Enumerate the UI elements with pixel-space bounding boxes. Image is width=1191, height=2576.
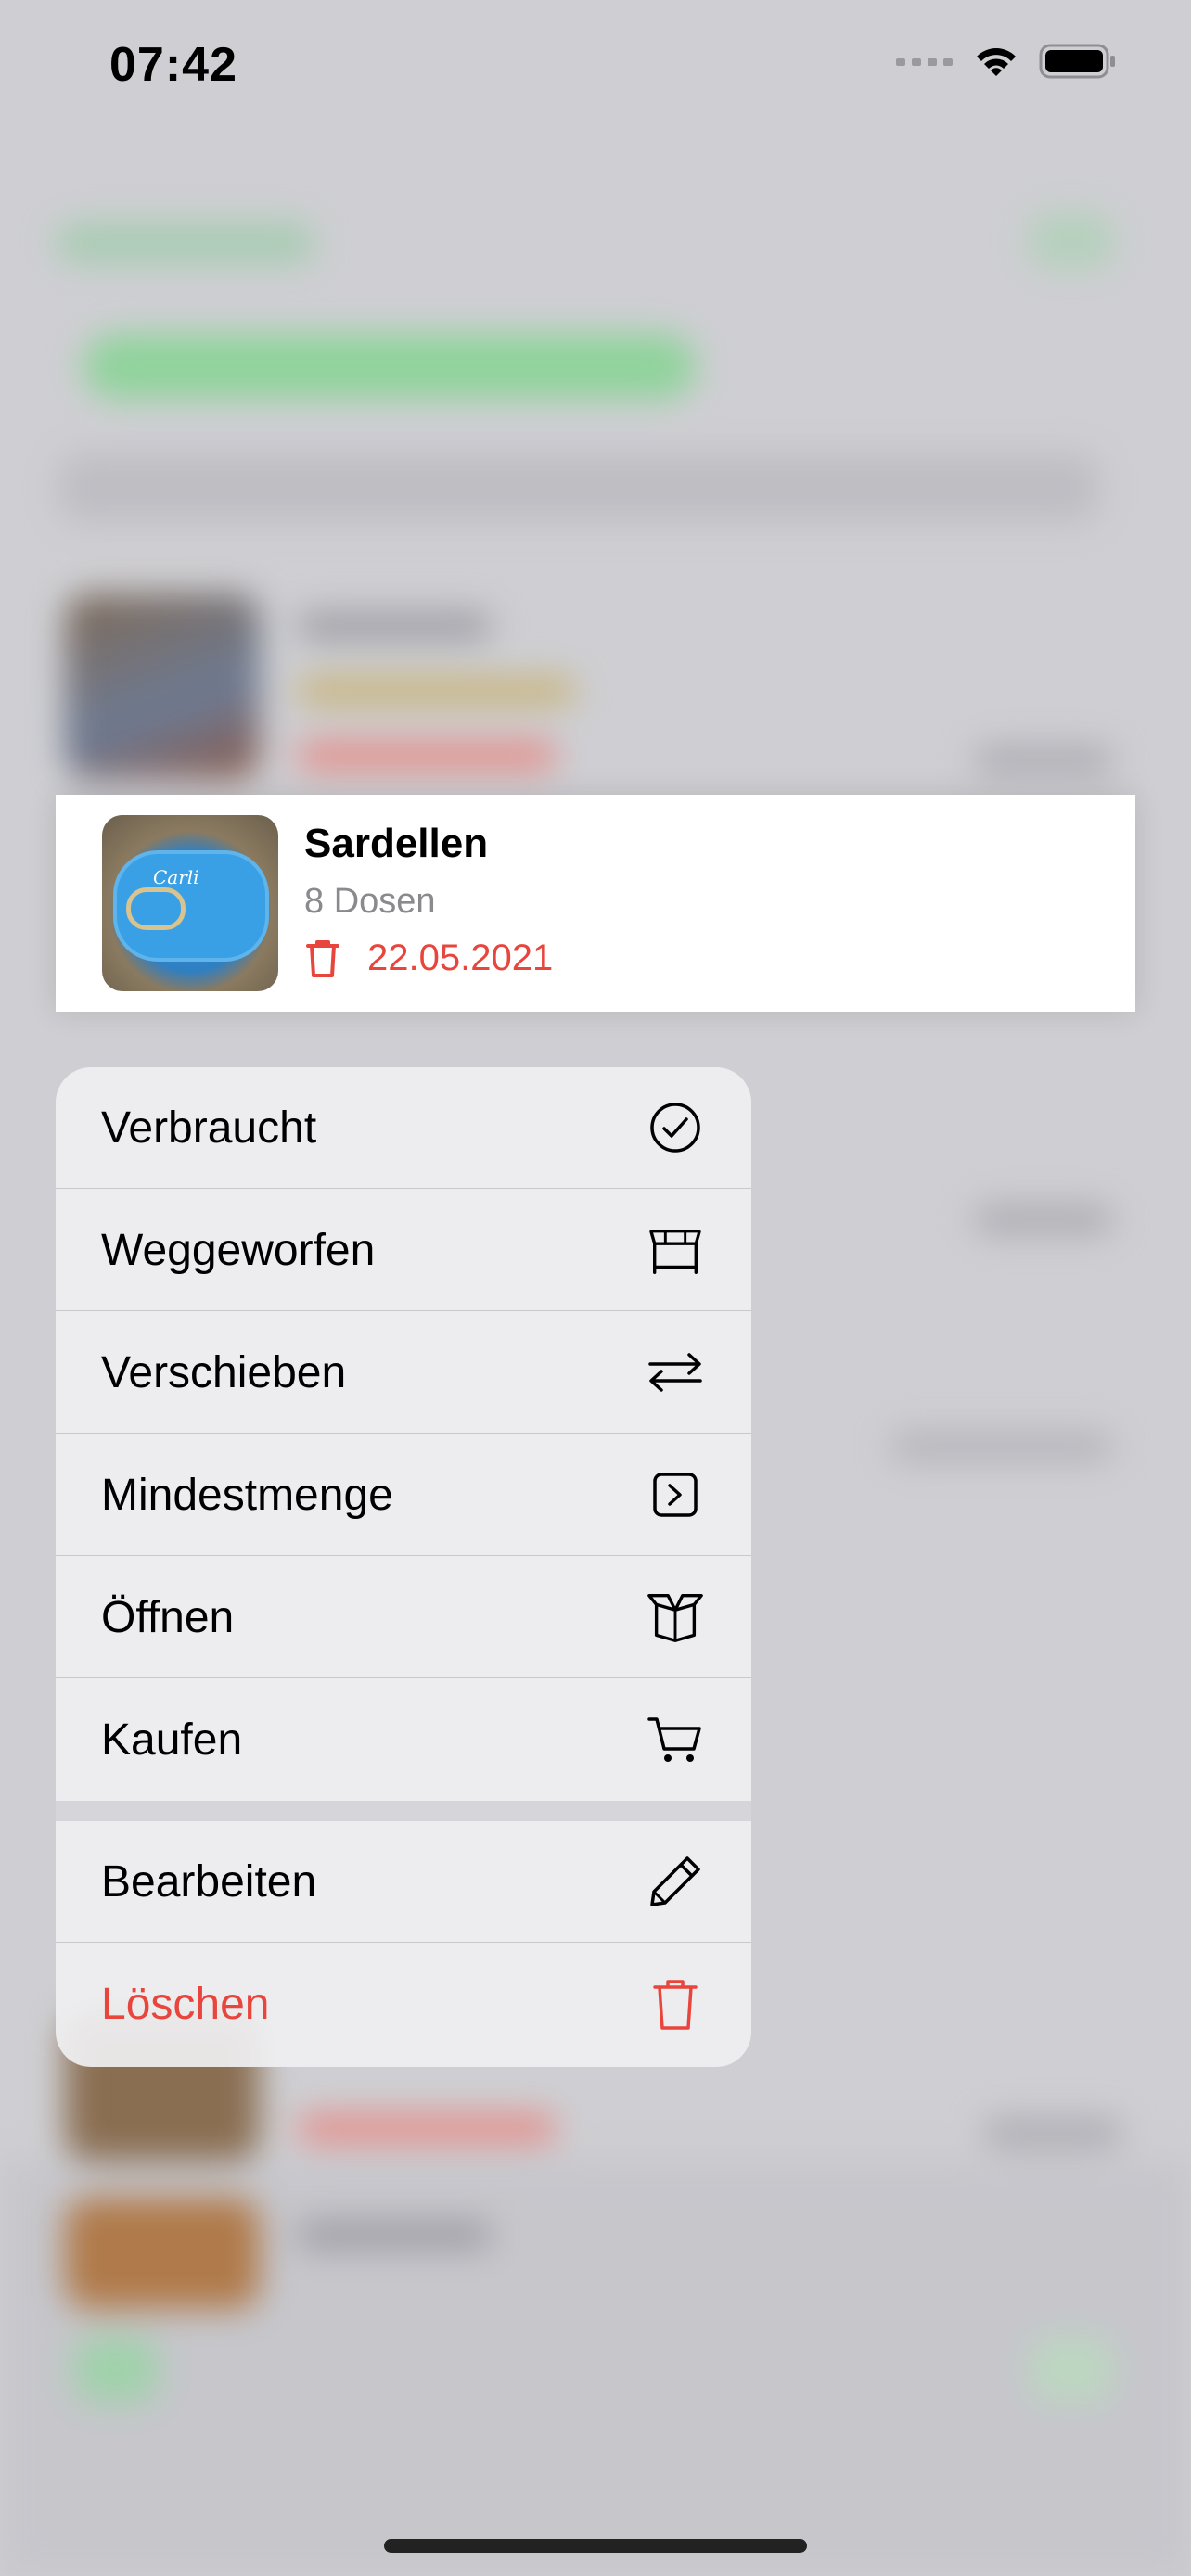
bg-thumb (65, 593, 260, 779)
menu-item-bearbeiten[interactable]: Bearbeiten (56, 1821, 751, 1943)
menu-item-mindestmenge[interactable]: Mindestmenge (56, 1435, 751, 1556)
bg-line (974, 746, 1113, 774)
item-quantity: 8 Dosen (304, 882, 436, 921)
menu-item-weggeworfen[interactable]: Weggeworfen (56, 1190, 751, 1311)
bg-category-bar (83, 334, 696, 399)
square-chevron-right-icon (646, 1465, 705, 1524)
menu-item-label: Verbraucht (101, 1103, 317, 1153)
bg-nav-title (56, 223, 315, 263)
item-date: 22.05.2021 (367, 937, 554, 978)
menu-item-label: Mindestmenge (101, 1470, 393, 1520)
menu-item-label: Weggeworfen (101, 1225, 376, 1275)
home-indicator[interactable] (384, 2539, 807, 2553)
bg-search-field (59, 454, 1098, 521)
bg-line (297, 742, 557, 770)
item-preview-card[interactable]: Carli Sardellen 8 Dosen 22.05.2021 (56, 795, 1135, 1012)
item-title: Sardellen (304, 821, 489, 866)
menu-section-separator (56, 1801, 751, 1821)
wifi-icon (977, 48, 1016, 76)
menu-item-label: Öffnen (101, 1592, 235, 1642)
trash-icon (306, 939, 339, 977)
bg-thumb (65, 2198, 260, 2309)
menu-item-verschieben[interactable]: Verschieben (56, 1312, 751, 1434)
bg-line (974, 1205, 1113, 1233)
battery-icon (1039, 44, 1115, 79)
tin-brand-mark: Carli (153, 866, 199, 888)
arrows-swap-icon (646, 1343, 705, 1402)
context-menu: Verbraucht Weggeworfen Verschieben Minde… (56, 1067, 751, 2067)
bg-nav-button (1030, 213, 1113, 269)
bg-line (297, 2114, 557, 2142)
signal-icon (896, 58, 953, 66)
bg-line (297, 677, 575, 705)
bg-line (983, 2119, 1122, 2147)
pencil-icon (646, 1852, 705, 1911)
menu-item-label: Bearbeiten (101, 1856, 317, 1906)
checkmark-circle-icon (646, 1098, 705, 1157)
status-icons (896, 43, 1117, 80)
item-thumbnail: Carli (102, 815, 278, 991)
menu-item-label: Verschieben (101, 1347, 347, 1397)
trash-icon (646, 1975, 705, 2034)
bg-line (890, 1433, 1113, 1460)
status-time: 07:42 (109, 38, 237, 92)
item-date-row: 22.05.2021 (304, 937, 553, 979)
bg-tab-icon (1030, 2337, 1113, 2402)
cart-icon (646, 1711, 705, 1770)
menu-item-kaufen[interactable]: Kaufen (56, 1679, 751, 1801)
menu-item-loeschen[interactable]: Löschen (56, 1944, 751, 2065)
bg-line (297, 2221, 492, 2249)
menu-item-oeffnen[interactable]: Öffnen (56, 1557, 751, 1678)
menu-item-label: Kaufen (101, 1715, 243, 1765)
dumpster-icon (646, 1220, 705, 1280)
tin-ring (126, 887, 186, 930)
menu-item-verbraucht[interactable]: Verbraucht (56, 1067, 751, 1189)
open-box-icon (646, 1588, 705, 1647)
bg-tab-icon (74, 2337, 158, 2402)
bg-line (297, 612, 492, 640)
menu-item-label: Löschen (101, 1980, 270, 2029)
